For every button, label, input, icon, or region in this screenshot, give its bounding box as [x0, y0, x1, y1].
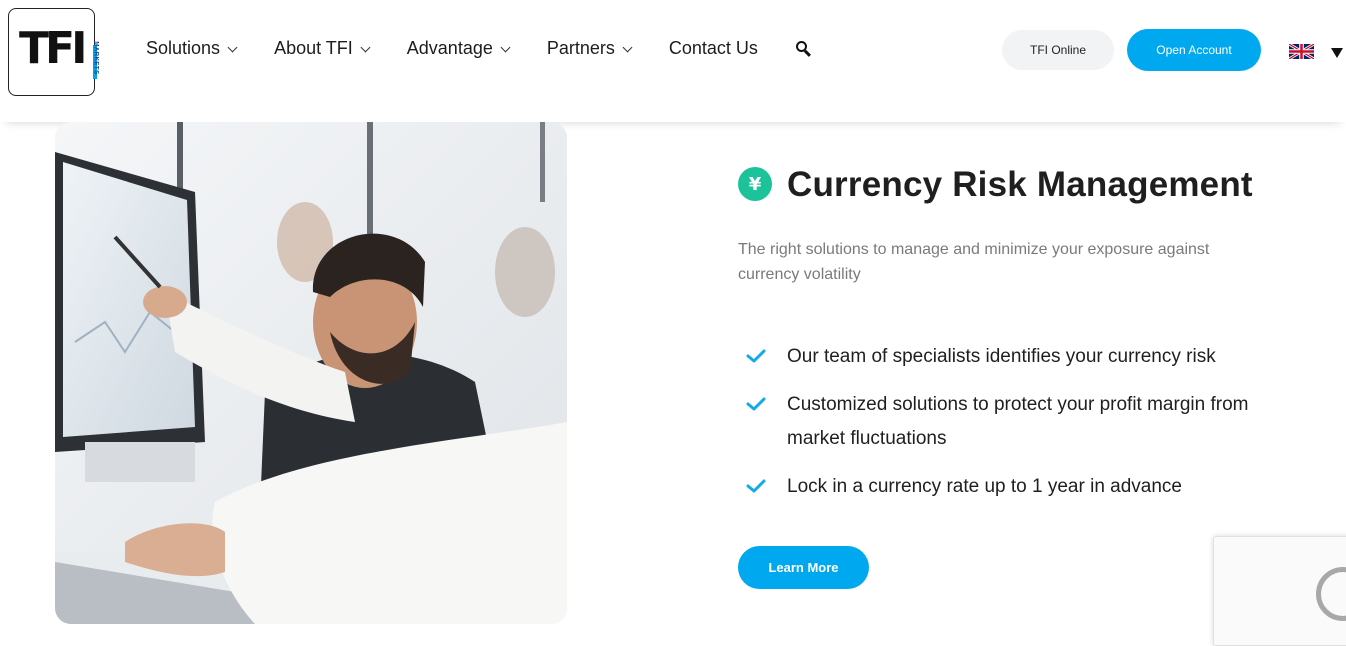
tfi-online-button[interactable]: TFI Online [1002, 30, 1114, 70]
language-dropdown-caret-icon[interactable] [1331, 48, 1343, 58]
feature-text: Lock in a currency rate up to 1 year in … [787, 476, 1183, 497]
nav-item-label: Solutions [146, 38, 221, 58]
open-account-button[interactable]: Open Account [1127, 29, 1261, 71]
uk-flag-icon[interactable] [1289, 44, 1314, 59]
checkmark-icon [746, 397, 766, 411]
nav-item-partners[interactable]: Partners [546, 38, 633, 59]
nav-item-label: Advantage [406, 38, 493, 58]
nav-item-label: Partners [546, 38, 615, 58]
logo-text: TFI [19, 23, 87, 74]
checkmark-icon [746, 479, 766, 493]
office-team-photo [55, 122, 567, 624]
nav-item-about[interactable]: About TFI [274, 38, 371, 59]
search-icon[interactable] [795, 40, 812, 57]
recaptcha-badge[interactable] [1213, 536, 1346, 646]
list-item: Customized solutions to protect your pro… [744, 388, 1264, 456]
nav-item-label: Contact Us [668, 38, 758, 58]
recaptcha-icon [1316, 567, 1346, 621]
yen-currency-icon: ¥ [738, 167, 772, 201]
main-nav: Solutions About TFI Advantage Partners C… [146, 38, 812, 59]
section-subtitle: The right solutions to manage and minimi… [738, 241, 1210, 283]
section-title: Currency Risk Management [787, 165, 1253, 204]
learn-more-button[interactable]: Learn More [738, 546, 869, 589]
chevron-down-icon [500, 42, 511, 52]
chevron-down-icon [360, 42, 371, 52]
list-item: Our team of specialists identifies your … [744, 340, 1264, 374]
feature-text: Our team of specialists identifies your … [787, 346, 1216, 367]
tfi-markets-logo[interactable]: TFI MARKETS [8, 8, 99, 96]
checkmark-icon [746, 349, 766, 363]
header-divider [0, 100, 1346, 122]
logo-markets-tag: MARKETS [89, 41, 99, 79]
office-scene-illustration [55, 122, 567, 624]
nav-item-advantage[interactable]: Advantage [406, 38, 511, 59]
site-header: TFI MARKETS Solutions About TFI Advantag… [0, 0, 1346, 100]
feature-list: Our team of specialists identifies your … [744, 340, 1264, 518]
chevron-down-icon [227, 42, 238, 52]
chevron-down-icon [622, 42, 633, 52]
nav-item-solutions[interactable]: Solutions [146, 38, 238, 59]
list-item: Lock in a currency rate up to 1 year in … [744, 470, 1264, 504]
feature-text: Customized solutions to protect your pro… [787, 394, 1249, 449]
nav-item-contact[interactable]: Contact Us [669, 38, 758, 59]
nav-item-label: About TFI [274, 38, 353, 58]
